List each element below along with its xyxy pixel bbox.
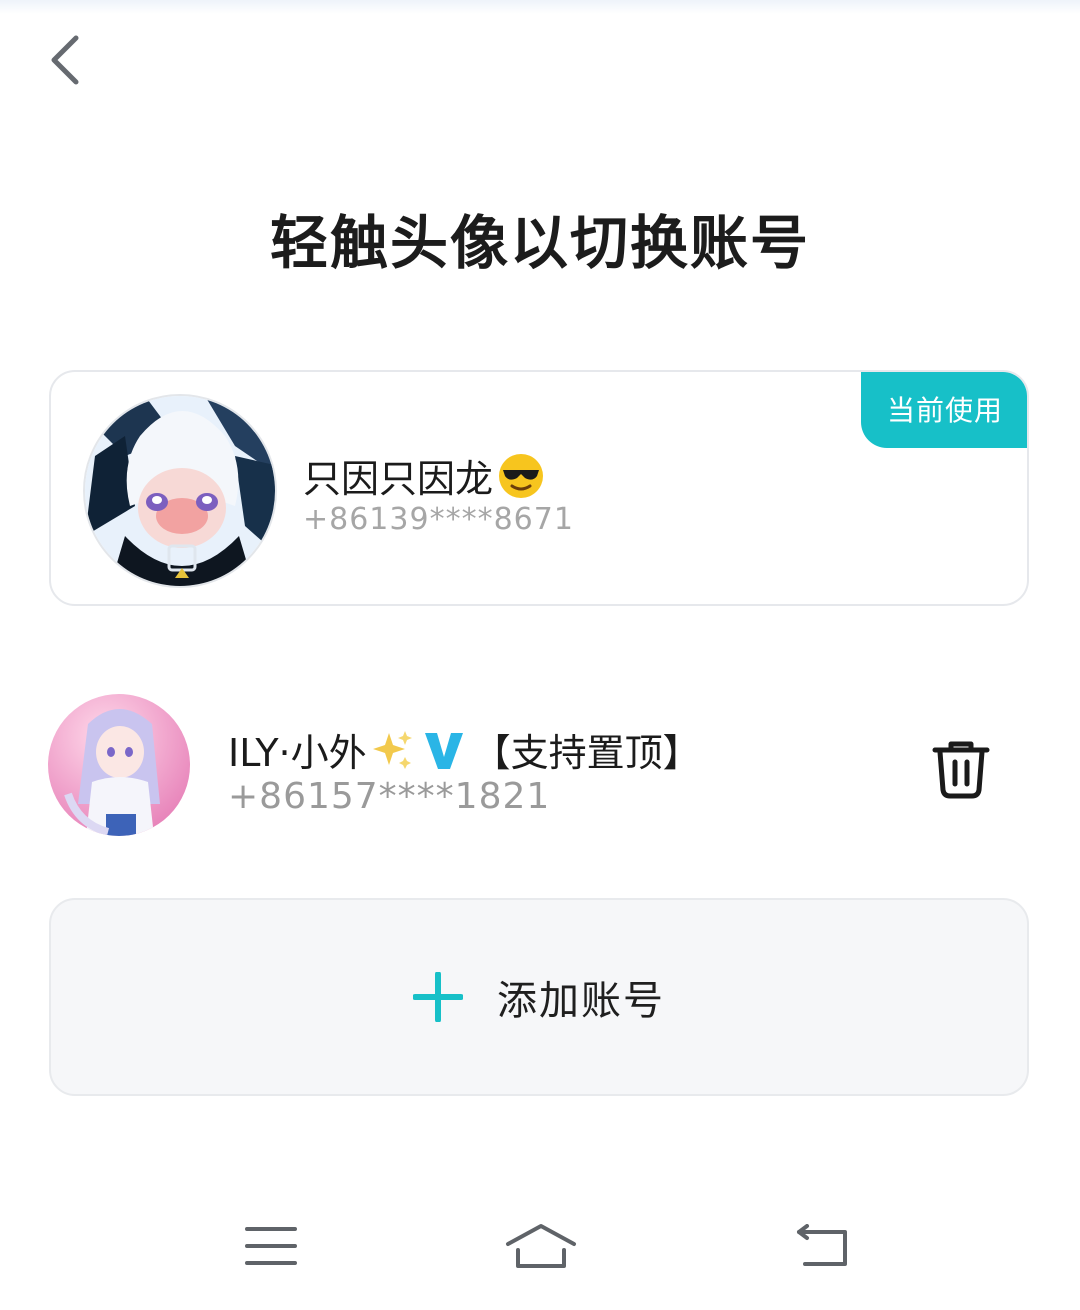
- chevron-left-icon: [51, 35, 79, 85]
- back-button[interactable]: [34, 28, 98, 92]
- account-name: ILY·小外 【支持置顶】: [228, 722, 701, 777]
- avatar[interactable]: [48, 694, 190, 836]
- menu-icon: [245, 1227, 297, 1265]
- home-icon: [506, 1224, 576, 1268]
- avatar[interactable]: [83, 394, 277, 588]
- account-name-text: ILY·小外: [228, 731, 367, 775]
- back-arrow-icon: [797, 1224, 847, 1266]
- current-account-card[interactable]: 当前使用 只因只因龙 +86139****8671: [49, 370, 1029, 606]
- add-account-label: 添加账号: [497, 978, 665, 1024]
- account-name: 只因只因龙: [303, 448, 545, 503]
- plus-icon: [413, 972, 463, 1022]
- trash-icon: [932, 741, 990, 799]
- sparkles-emoji-icon: [372, 730, 412, 769]
- account-phone: +86139****8671: [303, 502, 574, 537]
- current-in-use-badge: 当前使用: [861, 372, 1027, 448]
- nav-home-button[interactable]: [496, 1214, 586, 1278]
- nav-menu-button[interactable]: [226, 1214, 316, 1278]
- delete-account-button[interactable]: [926, 734, 996, 804]
- page-title: 轻触头像以切换账号: [269, 209, 810, 277]
- add-account-button[interactable]: 添加账号: [49, 898, 1029, 1096]
- nav-back-button[interactable]: [778, 1214, 868, 1278]
- status-bar-strip: [0, 0, 1080, 14]
- sunglasses-emoji-icon: [499, 453, 544, 498]
- account-phone: +86157****1821: [228, 776, 551, 817]
- account-name-suffix: 【支持置顶】: [472, 731, 701, 775]
- account-name-text: 只因只因龙: [303, 457, 494, 501]
- verified-v-icon: [424, 732, 463, 769]
